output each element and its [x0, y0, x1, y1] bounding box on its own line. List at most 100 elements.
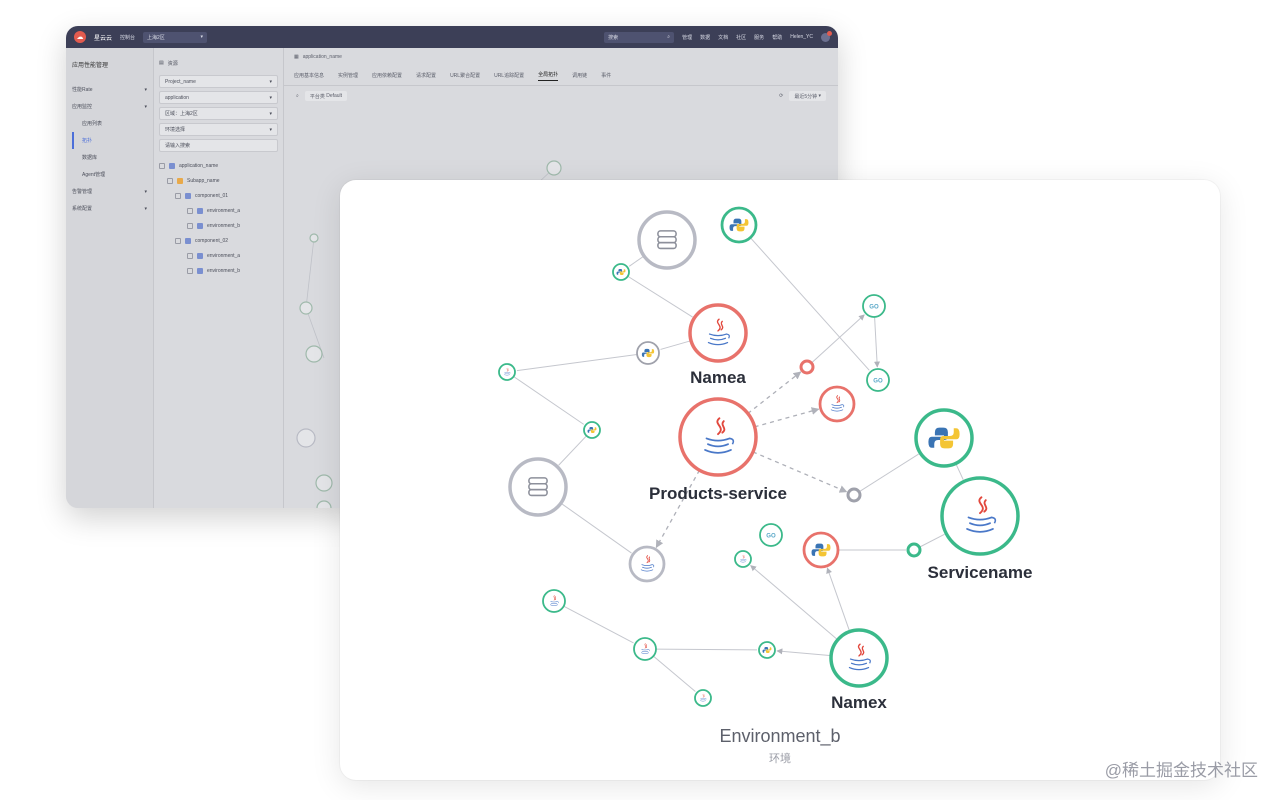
sidebar-item[interactable]: 应用监控 ▾ — [72, 98, 147, 115]
global-search-input[interactable]: 搜索 ⌕ — [604, 31, 675, 43]
topology-node-py_top[interactable] — [720, 206, 758, 244]
tree-node[interactable]: environment_a — [159, 203, 278, 218]
go-icon: GO — [873, 379, 883, 385]
node-icon — [197, 222, 203, 229]
go-icon: GO — [766, 534, 776, 540]
topology-node-java_red_small[interactable] — [818, 385, 856, 423]
topology-node-green_dot[interactable] — [906, 542, 922, 558]
topology-node-java_small_bl[interactable] — [542, 589, 566, 613]
checkbox-icon[interactable] — [187, 252, 193, 259]
topology-node-java_tiny_b[interactable] — [694, 689, 712, 707]
tab[interactable]: 请求配置 — [416, 72, 436, 79]
topology-card: Namea GO GO Products-service Servicename GO Na… — [340, 180, 1220, 780]
node-label: Namea — [690, 368, 746, 387]
user-name[interactable]: Helen_YC — [790, 34, 813, 40]
project-select[interactable]: Project_name ▾ — [159, 75, 278, 88]
tree-nodes: application_name Subapp_name component_01 e… — [159, 158, 278, 278]
connector-dot — [846, 487, 862, 503]
node-ring — [678, 397, 758, 477]
checkbox-icon[interactable] — [175, 237, 181, 244]
chevron-down-icon: ▾ — [269, 94, 272, 101]
tree-node[interactable]: environment_b — [159, 263, 278, 278]
topology-node-java_tiny_mid[interactable] — [734, 550, 752, 568]
top-nav-link[interactable]: 社区 — [736, 34, 746, 41]
checkbox-icon[interactable] — [175, 192, 181, 199]
top-nav-link[interactable]: 数据 — [700, 34, 710, 41]
tab[interactable]: 实例管理 — [338, 72, 358, 79]
topology-edge — [874, 316, 881, 368]
topology-node-py_red[interactable] — [802, 531, 840, 569]
topology-node-gray_dot[interactable] — [846, 487, 862, 503]
checkbox-icon[interactable] — [187, 207, 193, 214]
top-nav-link[interactable]: 管理 — [682, 34, 692, 41]
topology-edge — [516, 353, 638, 372]
topology-node-go1[interactable]: GO — [862, 294, 886, 318]
region-top-select[interactable]: 上海2区 ▾ — [143, 31, 208, 43]
checkbox-icon[interactable] — [159, 162, 165, 169]
topology-node-py_tiny_b[interactable] — [758, 641, 776, 659]
top-nav-link[interactable]: 服务 — [754, 34, 764, 41]
connector-dot — [906, 542, 922, 558]
tree-node[interactable]: application_name — [159, 158, 278, 173]
tab[interactable]: URL聚合配置 — [450, 72, 480, 79]
node-ring — [818, 385, 856, 423]
tree-node[interactable]: environment_a — [159, 248, 278, 263]
topology-edge — [628, 255, 645, 267]
checkbox-icon[interactable] — [187, 222, 193, 229]
sidebar-item[interactable]: Agent管理 — [72, 166, 147, 183]
tab[interactable]: 调用链 — [572, 72, 587, 79]
bell-icon[interactable] — [821, 30, 832, 42]
topology-node-go3[interactable]: GO — [759, 523, 783, 547]
environment-select[interactable]: 环境选择 ▾ — [159, 123, 278, 136]
topology-node-py_big_right[interactable] — [914, 408, 974, 468]
node-ring — [628, 545, 666, 583]
tab[interactable]: URL追踪配置 — [494, 72, 524, 79]
topology-node-py_tiny1[interactable] — [612, 263, 630, 281]
topology-node-red_dot[interactable] — [799, 359, 815, 375]
topology-node-servicename[interactable]: Servicename — [928, 476, 1033, 582]
console-link[interactable]: 控制台 — [120, 34, 135, 41]
top-nav-link[interactable]: 帮助 — [772, 34, 782, 41]
topology-node-py_small_mid[interactable] — [583, 421, 601, 439]
topology-node-java_gray[interactable] — [628, 545, 666, 583]
topology-node-java_tiny_left[interactable] — [498, 363, 516, 381]
tree-node[interactable]: component_01 — [159, 188, 278, 203]
sidebar-item[interactable]: 应用列表 — [72, 115, 147, 132]
sidebar-item[interactable]: 数据库 — [72, 149, 147, 166]
tree-node[interactable]: component_02 — [159, 233, 278, 248]
refresh-icon[interactable]: ⟳ — [779, 93, 783, 99]
platform-filter-chip[interactable]: 平台类 Default — [304, 91, 348, 101]
tab[interactable]: 应用依赖配置 — [372, 72, 402, 79]
node-label: Products-service — [649, 484, 787, 503]
topology-node-db1[interactable] — [637, 210, 697, 270]
topology-edge — [627, 275, 693, 318]
tree-node[interactable]: environment_b — [159, 218, 278, 233]
sidebar-item[interactable]: 系统配置 ▾ — [72, 200, 147, 217]
checkbox-icon[interactable] — [167, 177, 173, 184]
top-navbar: ☁ 星云云 控制台 上海2区 ▾ 搜索 ⌕ 管理 数据 文档 社区 服务 帮助 Helen_Y… — [66, 26, 838, 48]
tree-node[interactable]: Subapp_name — [159, 173, 278, 188]
tab[interactable]: 应用基本信息 — [294, 72, 324, 79]
topology-node-py_gray[interactable] — [636, 341, 660, 365]
topology-node-products[interactable]: Products-service — [649, 397, 787, 503]
node-ring — [734, 550, 752, 568]
tab[interactable]: 事件 — [601, 72, 611, 79]
checkbox-icon[interactable] — [187, 267, 193, 274]
sidebar-item[interactable]: 性能Rate ▾ — [72, 81, 147, 98]
application-select[interactable]: application ▾ — [159, 91, 278, 104]
topology-node-namea[interactable]: Namea — [688, 303, 748, 387]
sidebar-item[interactable]: 告警管理 ▾ — [72, 183, 147, 200]
topology-edge — [653, 655, 696, 692]
time-range-select[interactable]: 最近5分钟 ▾ — [789, 91, 826, 101]
topology-edge — [655, 648, 758, 651]
sidebar-item[interactable]: 拓扑 — [72, 132, 147, 149]
tab[interactable]: 全局拓扑 — [538, 71, 559, 81]
topology-node-namex[interactable]: Namex — [829, 628, 889, 712]
tree-search-input[interactable]: 请输入搜索 — [159, 139, 278, 152]
topology-node-go2[interactable]: GO — [866, 368, 890, 392]
topology-node-java_small_b[interactable] — [633, 637, 657, 661]
top-nav-link[interactable]: 文档 — [718, 34, 728, 41]
topology-node-db2[interactable] — [508, 457, 568, 517]
region-select[interactable]: 区域：上海2区 ▾ — [159, 107, 278, 120]
topology-edge — [655, 469, 701, 549]
